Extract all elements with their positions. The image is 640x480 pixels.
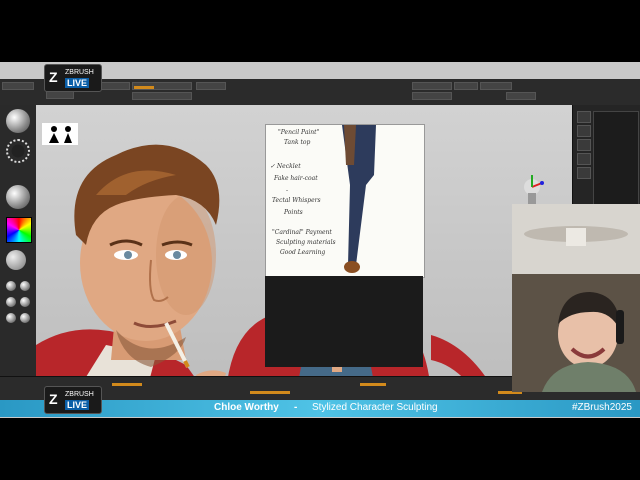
toolbar-slider[interactable] <box>412 82 452 90</box>
sketch-note: "Cardinal" Payment <box>272 229 332 236</box>
texture-icon[interactable] <box>6 250 26 270</box>
stream-topic: Stylized Character Sculpting <box>312 402 438 413</box>
sketch-figure <box>342 125 376 273</box>
tray-button[interactable] <box>577 153 591 165</box>
zbrush-z-icon: Z <box>49 391 58 407</box>
sketch-note: Tectal Whispers <box>272 197 321 204</box>
sketch-note: "Pencil Paint" <box>278 129 320 136</box>
sketch-note: - <box>286 187 289 194</box>
brush-preset-icon[interactable] <box>6 297 16 307</box>
sketch-note: Points <box>284 209 303 216</box>
reference-dark-panel <box>265 276 423 367</box>
logo-live: LIVE <box>65 400 90 410</box>
material-icon[interactable] <box>6 185 30 209</box>
logo-brand: ZBRUSH <box>65 69 94 76</box>
toolbar-slider[interactable] <box>412 92 452 100</box>
tray-button[interactable] <box>577 111 591 123</box>
stream-hashtag: #ZBrush2025 <box>571 402 632 413</box>
brush-preset-icon[interactable] <box>20 313 30 323</box>
brush-preset-icon[interactable] <box>20 281 30 291</box>
webcam-feed <box>512 204 640 392</box>
slider-fill <box>134 86 154 89</box>
brush-icon[interactable] <box>6 109 30 133</box>
viewport-canvas[interactable]: "Pencil Paint" Tank top ✓ Necklet Fake h… <box>36 105 572 393</box>
toolbar-button[interactable] <box>454 82 478 90</box>
zbrush-live-logo: Z ZBRUSH LIVE <box>44 386 102 414</box>
zbrush-z-icon: Z <box>49 69 58 85</box>
slider-fill <box>112 383 142 386</box>
brush-preset-icon[interactable] <box>6 313 16 323</box>
toolbar-button[interactable] <box>196 82 226 90</box>
reference-sketch: "Pencil Paint" Tank top ✓ Necklet Fake h… <box>265 124 425 278</box>
toolbar-button[interactable] <box>2 82 34 90</box>
sketch-note: Sculpting materials <box>276 239 336 246</box>
webcam-scene <box>512 204 640 392</box>
tray-button[interactable] <box>577 139 591 151</box>
toolbar-slider[interactable] <box>132 92 192 100</box>
toolbar-button[interactable] <box>480 82 512 90</box>
left-tray <box>0 105 37 393</box>
slider-fill <box>360 383 386 386</box>
logo-brand: ZBRUSH <box>65 391 94 398</box>
sketch-note: Tank top <box>284 139 311 146</box>
brush-preset-icon[interactable] <box>20 297 30 307</box>
color-picker-icon[interactable] <box>6 217 32 243</box>
brush-preset-icon[interactable] <box>6 281 16 291</box>
zbrush-live-logo: Z ZBRUSH LIVE <box>44 64 102 92</box>
tray-button[interactable] <box>577 125 591 137</box>
zbrush-stage: "Pencil Paint" Tank top ✓ Necklet Fake h… <box>0 62 640 418</box>
stroke-icon[interactable] <box>6 139 30 163</box>
streamer-name: Chloe Worthy <box>214 402 279 413</box>
tray-button[interactable] <box>577 167 591 179</box>
sketch-note: Fake hair-coat <box>274 175 318 182</box>
sketch-note: Good Learning <box>280 249 326 256</box>
toolbar-button[interactable] <box>100 82 130 90</box>
sketch-note: ✓ Necklet <box>270 163 301 170</box>
slider-fill <box>250 391 290 394</box>
banner-separator: - <box>294 402 298 413</box>
toolbar-button[interactable] <box>46 91 74 99</box>
logo-live: LIVE <box>65 78 90 88</box>
toolbar-button[interactable] <box>506 92 536 100</box>
